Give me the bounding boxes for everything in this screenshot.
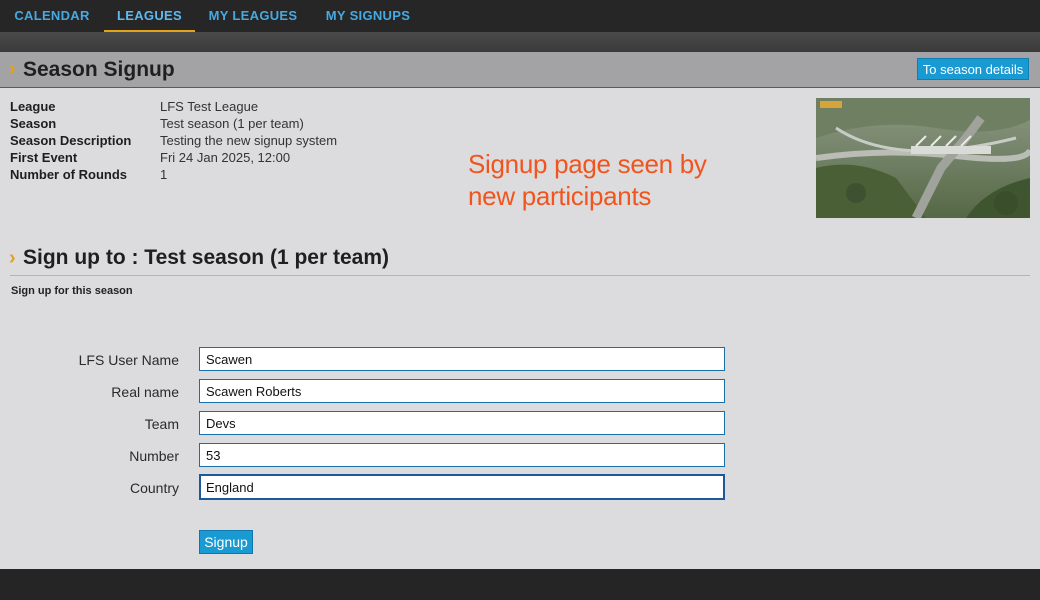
tab-label: LEAGUES (117, 8, 182, 23)
info-value: Fri 24 Jan 2025, 12:00 (160, 150, 291, 165)
signup-heading: Sign up to : Test season (1 per team) (23, 246, 390, 269)
team-label: Team (144, 416, 179, 432)
info-label: Season Description (10, 133, 132, 148)
tab-my-leagues[interactable]: MY LEAGUES (195, 0, 311, 32)
top-nav: CALENDAR LEAGUES MY LEAGUES MY SIGNUPS (0, 0, 1040, 32)
header-strip (0, 32, 1040, 52)
country-label: Country (129, 480, 179, 496)
tab-label: MY LEAGUES (208, 8, 298, 23)
track-image-svg (816, 98, 1030, 218)
info-value: Testing the new signup system (160, 133, 338, 148)
season-details-button[interactable]: To season details (917, 58, 1029, 80)
info-label: League (10, 99, 56, 114)
info-label: Season (10, 116, 57, 131)
chevron-right-icon: › (9, 247, 16, 269)
number-label: Number (129, 448, 179, 464)
annotation-line: Signup page seen by (468, 149, 707, 179)
page-title: Season Signup (23, 58, 175, 81)
chevron-right-icon: › (9, 58, 16, 80)
info-label: First Event (10, 150, 78, 165)
section-divider (10, 275, 1030, 276)
info-value: 1 (160, 167, 168, 182)
info-label: Number of Rounds (10, 167, 127, 182)
realname-label: Real name (111, 384, 179, 400)
page-footer (0, 569, 1040, 600)
track-aerial-image (816, 98, 1030, 218)
team-input[interactable] (199, 411, 725, 435)
page-title-bar: › Season Signup (0, 52, 1040, 88)
tab-label: CALENDAR (14, 8, 90, 23)
tab-my-signups[interactable]: MY SIGNUPS (311, 0, 425, 32)
tab-label: MY SIGNUPS (325, 8, 411, 23)
info-value: Test season (1 per team) (160, 116, 304, 131)
country-input[interactable] (199, 474, 725, 500)
number-input[interactable] (199, 443, 725, 467)
annotation-text: Signup page seen by new participants (468, 148, 768, 212)
realname-input[interactable] (199, 379, 725, 403)
signup-button[interactable]: Signup (199, 530, 253, 554)
username-input[interactable] (199, 347, 725, 371)
tab-calendar[interactable]: CALENDAR (0, 0, 104, 32)
annotation-line: new participants (468, 181, 652, 211)
username-label: LFS User Name (78, 352, 179, 368)
signup-subheading: Sign up for this season (11, 285, 133, 297)
tab-leagues[interactable]: LEAGUES (104, 0, 195, 32)
info-value: LFS Test League (160, 99, 259, 114)
